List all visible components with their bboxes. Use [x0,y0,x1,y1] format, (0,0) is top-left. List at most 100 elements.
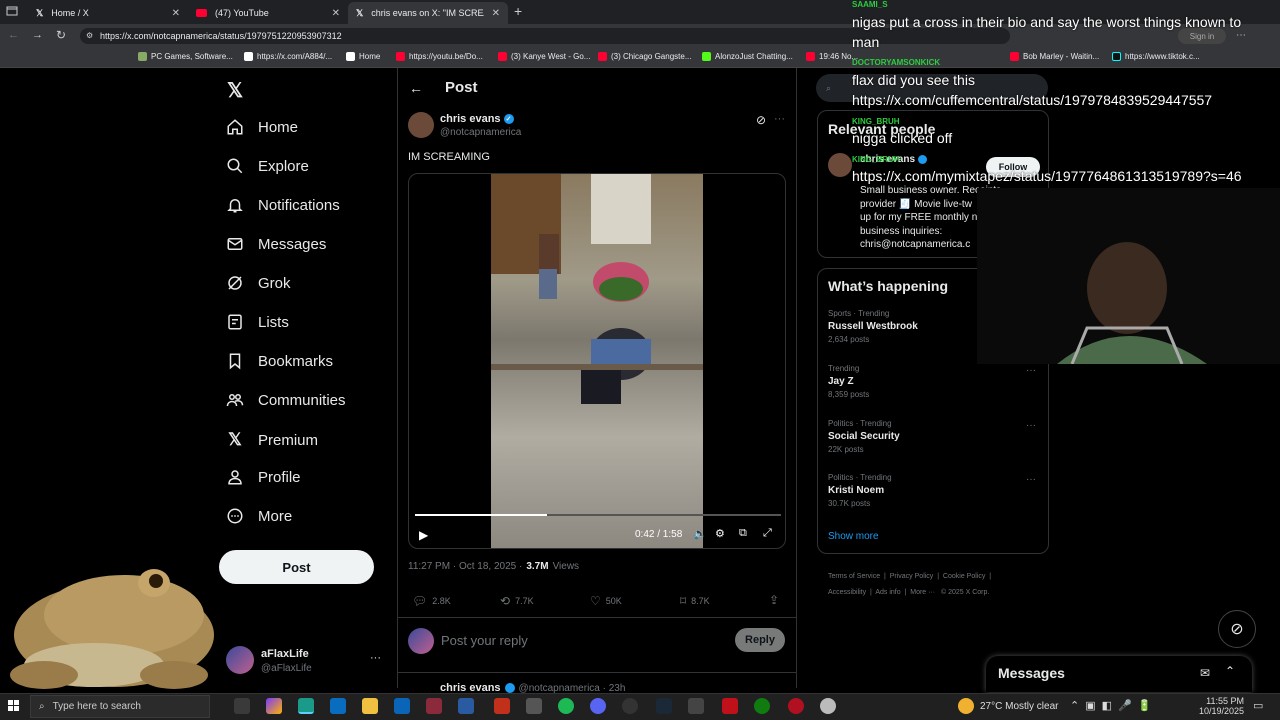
repost-action[interactable]: ⟲ 7.7K [500,594,534,608]
reply-input[interactable]: Post your reply [441,633,721,648]
nav-profile[interactable]: Profile [226,468,301,486]
chevron-up-icon[interactable]: ⌃ [1225,664,1235,678]
relevant-avatar[interactable] [828,153,852,177]
account-menu-icon[interactable]: ··· [370,652,381,664]
close-tab-icon[interactable]: ✕ [172,8,180,19]
nav-communities[interactable]: Communities [226,391,346,409]
new-message-icon[interactable]: ✉ [1200,666,1210,680]
bookmark-item[interactable]: (3) Kanye West - Go... [498,52,590,61]
bookmark-item[interactable]: https://x.com/A884/... [244,52,332,61]
nav-label: Bookmarks [258,352,334,370]
reply-button[interactable]: Reply [735,628,785,652]
picture-in-picture-icon[interactable]: ⧉ [739,527,747,540]
outlook-icon[interactable] [394,698,410,714]
nav-notifications[interactable]: Notifications [226,196,340,214]
tab-home-x[interactable]: 𝕏 Home / X ✕ [28,2,188,24]
author-name-link[interactable]: chris evans ✓ [440,113,514,125]
weather-text[interactable]: 27°C Mostly clear [980,701,1058,712]
bookmark-item[interactable]: (3) Chicago Gangste... [598,52,691,61]
close-tab-icon[interactable]: ✕ [492,8,500,19]
footer-link[interactable]: Ads info [875,589,900,596]
app-icon[interactable] [426,698,442,714]
nav-lists[interactable]: Lists [226,313,289,331]
chat-message: flax did you see this [852,72,975,88]
bookmark-item[interactable]: Home [346,52,380,61]
app-icon[interactable] [788,698,804,714]
edge-icon[interactable] [298,698,314,714]
steam-icon[interactable] [656,698,672,714]
back-icon[interactable]: ← [8,29,19,41]
play-icon[interactable]: ▶ [419,528,428,542]
grok-explain-icon[interactable]: ⊘ [756,113,766,127]
video-player[interactable]: ▶ 0:42 / 1:58 🔈 ⚙ ⧉ ⤢ [408,173,786,549]
show-more-link[interactable]: Show more [828,531,879,542]
nav-grok[interactable]: Grok [226,274,291,292]
app-icon[interactable] [722,698,738,714]
avatar[interactable] [226,646,254,674]
like-action[interactable]: ♡ 50K [590,594,622,608]
post-more-icon[interactable]: ··· [774,113,785,125]
close-tab-icon[interactable]: ✕ [332,8,340,19]
fullscreen-icon[interactable]: ⤢ [763,527,772,540]
nav-explore[interactable]: Explore [226,157,309,175]
notification-icon[interactable]: ▭ [1253,699,1263,712]
tab-youtube[interactable]: (47) YouTube ✕ [188,2,348,24]
app-icon[interactable] [494,698,510,714]
nav-home[interactable]: Home [226,118,298,136]
bookmark-item[interactable]: https://youtu.be/Do... [396,52,483,61]
post-button[interactable]: Post [219,550,374,584]
nav-bookmarks[interactable]: Bookmarks [226,352,333,370]
x-logo-icon[interactable]: 𝕏 [227,78,243,103]
reload-icon[interactable]: ↻ [56,28,66,42]
xbox-icon[interactable] [754,698,770,714]
copilot-icon[interactable] [266,698,282,714]
app-icon[interactable] [526,698,542,714]
share-action[interactable]: ⇪ [769,593,779,607]
obs-icon[interactable] [622,698,638,714]
grok-fab-icon[interactable]: ⊘ [1218,610,1256,648]
clock[interactable]: 11:55 PM 10/19/2025 [1198,696,1244,716]
bookmark-item[interactable]: https://www.tiktok.c... [1112,52,1200,61]
settings-gear-icon[interactable]: ⚙ [715,527,725,540]
bookmark-action[interactable]: ⌑ 8.7K [680,594,710,608]
discord-icon[interactable] [590,698,606,714]
bookmark-item[interactable]: Bob Marley - Waitin... [1010,52,1099,61]
store-icon[interactable] [330,698,346,714]
new-tab-button[interactable]: + [514,3,522,19]
trend-more-icon[interactable]: ··· [1026,474,1036,485]
footer-link[interactable]: Accessibility [828,589,866,596]
tab-post[interactable]: 𝕏 chris evans on X: "IM SCREAMING ✕ [348,2,508,24]
video-progress-track[interactable] [415,514,781,516]
bookmark-item[interactable]: AlonzoJust Chatting... [702,52,793,61]
trend-more-icon[interactable]: ··· [1026,365,1036,376]
reply-action[interactable]: 💬︎ 2.8K [412,594,451,608]
nav-more[interactable]: More [226,507,292,525]
task-view-icon[interactable] [234,698,250,714]
footer-link[interactable]: Cookie Policy [943,573,985,580]
trend-item[interactable]: Politics · Trending Social Security 22K … [828,419,1038,454]
trend-more-icon[interactable]: ··· [1026,420,1036,431]
spotify-icon[interactable] [558,698,574,714]
app-icon[interactable] [458,698,474,714]
window-menu-icon[interactable] [6,5,18,17]
footer-link[interactable]: More ··· [910,589,935,596]
app-icon[interactable] [820,698,836,714]
nav-messages[interactable]: Messages [226,235,326,253]
trend-item[interactable]: Politics · Trending Kristi Noem 30.7K po… [828,473,1038,508]
site-info-icon[interactable]: ⚙ [86,31,93,40]
footer-link[interactable]: Terms of Service [828,573,880,580]
forward-icon[interactable]: → [32,29,43,41]
author-avatar[interactable] [408,112,434,138]
windows-start-icon[interactable] [8,700,20,712]
nav-premium[interactable]: 𝕏 Premium [226,430,318,450]
trend-item[interactable]: Trending Jay Z 8,359 posts [828,364,1038,399]
back-arrow-icon[interactable]: ← [409,80,423,96]
app-icon[interactable] [688,698,704,714]
tray-icons[interactable]: ⌃▣◧🎤🔋 [1070,699,1157,712]
volume-icon[interactable]: 🔈 [693,527,707,540]
footer-link[interactable]: Privacy Policy [890,573,934,580]
bookmark-item[interactable]: PC Games, Software... [138,52,233,61]
bookmark-item[interactable]: 19:46 No... [806,52,858,61]
file-explorer-icon[interactable] [362,698,378,714]
taskbar-search[interactable]: ⌕ Type here to search [30,695,210,718]
